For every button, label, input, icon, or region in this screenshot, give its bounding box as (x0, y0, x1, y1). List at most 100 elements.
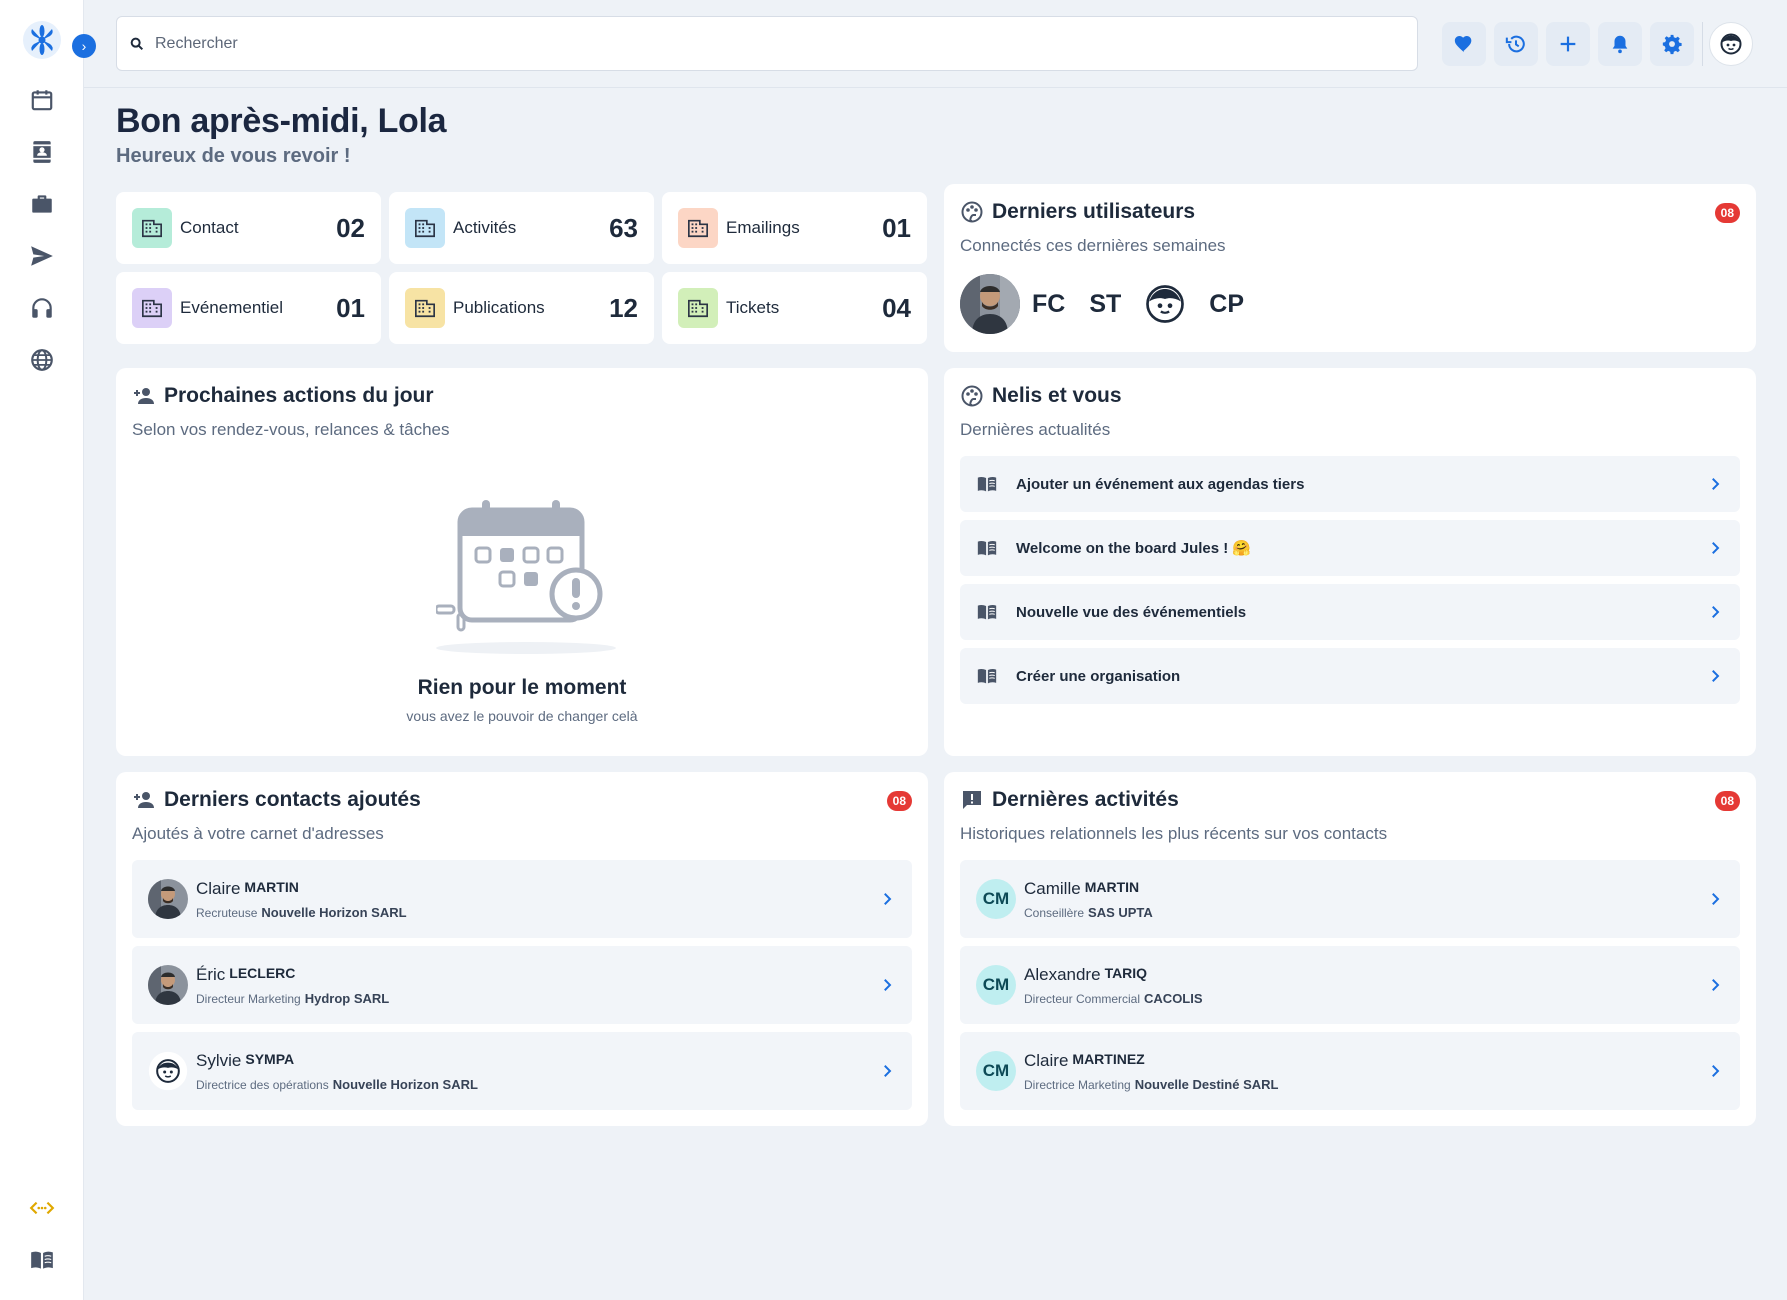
nav-web[interactable] (26, 344, 58, 376)
chevron-right-icon (1712, 606, 1720, 618)
first-name: Claire (196, 878, 241, 898)
user-avatar-button[interactable] (1709, 22, 1753, 66)
app-logo[interactable] (22, 20, 62, 60)
contact-row[interactable]: Éric LECLERC Directeur Marketing Hydrop SAR… (132, 946, 912, 1024)
contact-info: Éric LECLERC Directeur Marketing Hydrop SAR… (196, 965, 878, 1006)
user-photo-avatar[interactable] (960, 274, 1020, 334)
stat-label: Tickets (726, 298, 780, 317)
stat-card-tickets[interactable]: Tickets 04 (662, 272, 927, 344)
stat-value: 12 (609, 292, 638, 323)
code-arrows-icon (29, 1201, 55, 1215)
job-title: Directrice des opérations (196, 1077, 329, 1092)
stat-label: Activités (453, 218, 517, 237)
add-button[interactable] (1546, 22, 1590, 66)
stat-value: 01 (336, 292, 365, 323)
contact-row[interactable]: CM Claire MARTINEZ Directrice Marketing Nouv… (960, 1032, 1740, 1110)
stat-card-evénementiel[interactable]: Evénementiel 01 (116, 272, 381, 344)
panel-subtitle: Ajoutés à votre carnet d'adresses (132, 824, 384, 843)
contact-name: Claire MARTINEZ (1024, 1051, 1706, 1071)
activities-panel: Dernières activités Historiques relation… (944, 772, 1756, 1126)
empty-state-subtitle: vous avez le pouvoir de changer celà (406, 708, 638, 724)
user-initials[interactable]: FC (1032, 290, 1065, 319)
avatar (148, 879, 188, 919)
stat-card-emailings[interactable]: Emailings 01 (662, 192, 927, 264)
chevron-right-icon (1712, 670, 1720, 682)
top-actions (1442, 22, 1753, 66)
contact-name: Alexandre TARIQ (1024, 965, 1706, 985)
chevron-right-icon: › (81, 38, 87, 54)
news-item-label: Ajouter un événement aux agendas tiers (1016, 475, 1305, 493)
last-name: LECLERC (229, 964, 296, 981)
chevron-right-icon (1712, 478, 1720, 490)
organization: SAS UPTA (1088, 904, 1153, 920)
stat-icon (678, 208, 718, 248)
panel-subtitle: Historiques relationnels les plus récent… (960, 824, 1388, 843)
face-avatar-icon[interactable] (1145, 284, 1185, 324)
recent-users: FC ST CP (960, 274, 1256, 334)
chevron-right-icon (1712, 542, 1720, 554)
nav-contacts[interactable] (26, 136, 58, 168)
nav-developer[interactable] (26, 1192, 58, 1224)
stat-value: 01 (882, 212, 911, 243)
job-title: Directeur Commercial (1024, 991, 1141, 1006)
organization: Nouvelle Horizon SARL (261, 904, 407, 920)
news-item[interactable]: Créer une organisation (960, 648, 1740, 704)
contact-meta: Directeur Marketing Hydrop SARL (196, 991, 878, 1006)
book-open-icon (977, 540, 997, 556)
stat-icon (405, 288, 445, 328)
book-open-icon (31, 1251, 53, 1269)
history-button[interactable] (1494, 22, 1538, 66)
contact-info: Claire MARTIN Recruteuse Nouvelle Horizon S… (196, 879, 878, 920)
contact-name: Claire MARTIN (196, 879, 878, 899)
nav-documentation[interactable] (26, 1244, 58, 1276)
topbar (84, 0, 1787, 88)
contact-row[interactable]: CM Camille MARTIN Conseillère SAS UPTA (960, 860, 1740, 938)
nav-calendar[interactable] (26, 84, 58, 116)
search-input[interactable] (155, 34, 1355, 53)
favorites-button[interactable] (1442, 22, 1486, 66)
search-bar[interactable] (116, 16, 1418, 71)
nav-emailings[interactable] (26, 240, 58, 272)
settings-button[interactable] (1650, 22, 1694, 66)
nav-support[interactable] (26, 292, 58, 324)
user-initials[interactable]: CP (1209, 290, 1244, 319)
contact-row[interactable]: CM Alexandre TARIQ Directeur Commercial CACO… (960, 946, 1740, 1024)
chevron-right-icon (884, 893, 892, 905)
news-item[interactable]: Ajouter un événement aux agendas tiers (960, 456, 1740, 512)
sidebar-expand-button[interactable]: › (72, 34, 96, 58)
building-icon (688, 299, 708, 318)
news-item-label: Créer une organisation (1016, 667, 1181, 685)
stat-icon (132, 288, 172, 328)
job-title: Conseillère (1024, 905, 1085, 920)
last-name: MARTIN (1084, 878, 1140, 895)
stat-card-publications[interactable]: Publications 12 (389, 272, 654, 344)
nav-business[interactable] (26, 188, 58, 220)
contacts-book-icon (32, 141, 52, 163)
headphones-icon (32, 298, 52, 318)
add-person-icon (134, 388, 154, 404)
news-item-label: Nouvelle vue des événementiels (1016, 603, 1247, 621)
chevron-right-icon (1712, 1065, 1720, 1077)
page-title: Bon après-midi, Lola (116, 102, 447, 140)
calendar-icon (31, 90, 53, 111)
contact-name: Sylvie SYMPA (196, 1051, 878, 1071)
contact-info: Sylvie SYMPA Directrice des opérations Nouv… (196, 1051, 878, 1092)
panel-title: Derniers utilisateurs (960, 200, 1195, 224)
news-item[interactable]: Welcome on the board Jules ! 🤗 (960, 520, 1740, 576)
globe-icon (31, 349, 53, 371)
empty-calendar-illustration (436, 500, 616, 654)
stat-card-contact[interactable]: Contact 02 (116, 192, 381, 264)
feedback-icon (963, 791, 981, 809)
panel-subtitle: Connectés ces dernières semaines (960, 236, 1226, 255)
contact-row[interactable]: Sylvie SYMPA Directrice des opérations Nouv… (132, 1032, 912, 1110)
organization: Nouvelle Destiné SARL (1134, 1076, 1279, 1092)
panel-title: Prochaines actions du jour (132, 384, 434, 408)
notifications-button[interactable] (1598, 22, 1642, 66)
job-title: Directrice Marketing (1024, 1077, 1131, 1092)
contact-row[interactable]: Claire MARTIN Recruteuse Nouvelle Horizon S… (132, 860, 912, 938)
user-initials[interactable]: ST (1089, 290, 1121, 319)
stat-card-activités[interactable]: Activités 63 (389, 192, 654, 264)
briefcase-icon (32, 195, 52, 213)
news-item[interactable]: Nouvelle vue des événementiels (960, 584, 1740, 640)
news-item-label: Welcome on the board Jules ! 🤗 (1016, 540, 1252, 557)
